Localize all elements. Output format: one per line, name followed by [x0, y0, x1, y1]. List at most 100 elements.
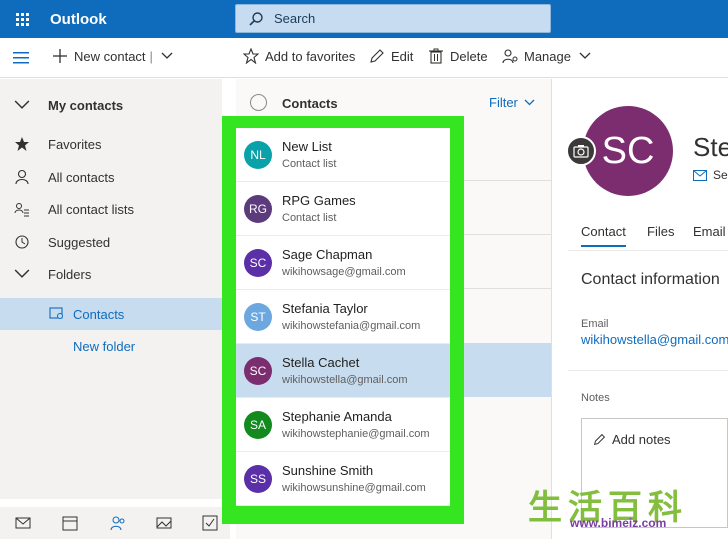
email-link[interactable]: wikihowstella@gmail.com [581, 332, 728, 347]
list-title: Contacts [282, 96, 338, 111]
sidebar-item-favorites[interactable]: Favorites [0, 128, 222, 160]
search-icon [249, 11, 263, 26]
chevron-down-icon[interactable] [161, 52, 173, 60]
manage-button[interactable]: Manage [502, 48, 597, 64]
people-icon[interactable] [110, 515, 126, 531]
contact-subtitle: Contact list [282, 158, 337, 170]
selected-row-background [451, 343, 551, 397]
contact-name: Stefania Taylor [282, 301, 368, 316]
list-item[interactable]: SA Stephanie Amanda wikihowstephanie@gmail… [236, 398, 450, 452]
divider [568, 370, 728, 371]
pencil-icon [370, 49, 384, 63]
new-contact-label: New contact [74, 48, 146, 64]
camera-icon[interactable] [566, 136, 596, 166]
new-contact-button[interactable]: New contact | [52, 48, 179, 64]
contact-subtitle: wikihowsage@gmail.com [282, 266, 406, 278]
sidebar-item-label: All contact lists [48, 201, 134, 217]
email-field-label: Email [581, 318, 609, 330]
sidebar-item-all-contact-lists[interactable]: All contact lists [0, 193, 222, 225]
watermark-url: www.bimeiz.com [570, 516, 667, 530]
contact-name: New List [282, 139, 332, 154]
sidebar-item-all-contacts[interactable]: All contacts [0, 161, 222, 193]
edit-button[interactable]: Edit [369, 48, 413, 64]
divider [451, 234, 551, 235]
sidebar-item-label: All contacts [48, 169, 115, 185]
avatar: SC [244, 357, 272, 385]
contact-name: Stephanie Amanda [282, 409, 392, 424]
contact-name: RPG Games [282, 193, 356, 208]
calendar-icon[interactable] [62, 515, 78, 531]
history-icon [15, 235, 29, 249]
contact-name: Stell [693, 132, 728, 162]
mail-icon [693, 169, 707, 181]
manage-label: Manage [524, 48, 571, 64]
list-item[interactable]: RG RPG Games Contact list [236, 182, 450, 236]
filter-button[interactable]: Filter [489, 95, 535, 110]
sidebar-item-contacts[interactable]: Contacts [0, 298, 222, 330]
add-notes-button[interactable]: Add notes [593, 432, 671, 447]
sidebar-item-label: Folders [48, 266, 92, 282]
new-folder-label: New folder [73, 338, 136, 354]
new-folder-link[interactable]: New folder [0, 330, 222, 362]
left-navigation: My contacts Favorites All contacts All c… [0, 79, 222, 499]
contact-name: Sunshine Smith [282, 463, 374, 478]
app-brand[interactable]: Outlook [50, 11, 107, 28]
contact-name: Stella Cachet [282, 355, 360, 370]
sidebar-item-suggested[interactable]: Suggested [0, 226, 222, 258]
contact-list-icon [14, 203, 29, 217]
section-title: Contact information [581, 271, 720, 288]
watermark: 生活百科 www.bimeiz.com [528, 480, 728, 539]
avatar: SC [244, 249, 272, 277]
contact-subtitle: wikihowsunshine@gmail.com [282, 482, 426, 494]
add-to-favorites-button[interactable]: Add to favorites [243, 48, 355, 64]
divider [451, 288, 551, 289]
list-item[interactable]: SC Stella Cachet wikihowstella@gmail.com [236, 344, 450, 398]
tab-email[interactable]: Email [693, 224, 726, 239]
list-item[interactable]: SS Sunshine Smith wikihowsunshine@gmail.co… [236, 452, 450, 506]
contact-subtitle: wikihowstefania@gmail.com [282, 320, 421, 332]
avatar: SS [244, 465, 272, 493]
add-to-favorites-label: Add to favorites [265, 48, 356, 64]
list-item[interactable]: NL New List Contact list [236, 128, 450, 182]
delete-label: Delete [450, 48, 488, 64]
send-email-label: Se [713, 168, 728, 182]
sidebar-item-label: Favorites [48, 136, 102, 152]
chevron-down-icon [524, 99, 535, 106]
delete-button[interactable]: Delete [428, 48, 488, 64]
select-all-checkbox[interactable] [250, 94, 267, 111]
my-contacts-header[interactable]: My contacts [0, 89, 222, 121]
hamburger-menu-icon[interactable] [13, 51, 29, 65]
filter-label: Filter [489, 95, 518, 110]
search-box[interactable]: Search [235, 4, 551, 33]
send-email-link[interactable]: Se [693, 168, 728, 182]
avatar: RG [244, 195, 272, 223]
manage-people-icon [502, 49, 518, 64]
contacts-folder-icon [49, 307, 63, 319]
list-item[interactable]: ST Stefania Taylor wikihowstefania@gmail.c… [236, 290, 450, 344]
chevron-down-icon [14, 100, 30, 109]
divider [568, 250, 728, 251]
pencil-icon [593, 433, 606, 446]
app-launcher-icon[interactable] [0, 0, 44, 38]
command-bar: New contact | Add to favorites Edit Dele… [0, 38, 728, 78]
avatar: SA [244, 411, 272, 439]
chevron-down-icon [14, 269, 30, 278]
list-item[interactable]: SC Sage Chapman wikihowsage@gmail.com [236, 236, 450, 290]
tasks-icon[interactable] [202, 515, 218, 531]
mail-icon[interactable] [15, 515, 31, 531]
sidebar-item-label: Contacts [73, 306, 125, 322]
tab-files[interactable]: Files [647, 224, 674, 239]
sidebar-item-folders[interactable]: Folders [0, 258, 222, 290]
star-icon [15, 137, 29, 151]
chevron-down-icon [579, 52, 591, 59]
add-notes-label: Add notes [612, 432, 671, 447]
divider [451, 180, 551, 181]
avatar: SC [583, 106, 673, 196]
image-icon[interactable] [156, 515, 172, 531]
notes-label: Notes [581, 392, 610, 404]
person-icon [15, 169, 29, 185]
tab-contact[interactable]: Contact [581, 224, 626, 247]
contact-subtitle: Contact list [282, 212, 337, 224]
bottom-app-bar [0, 507, 230, 539]
contact-name: Sage Chapman [282, 247, 373, 262]
